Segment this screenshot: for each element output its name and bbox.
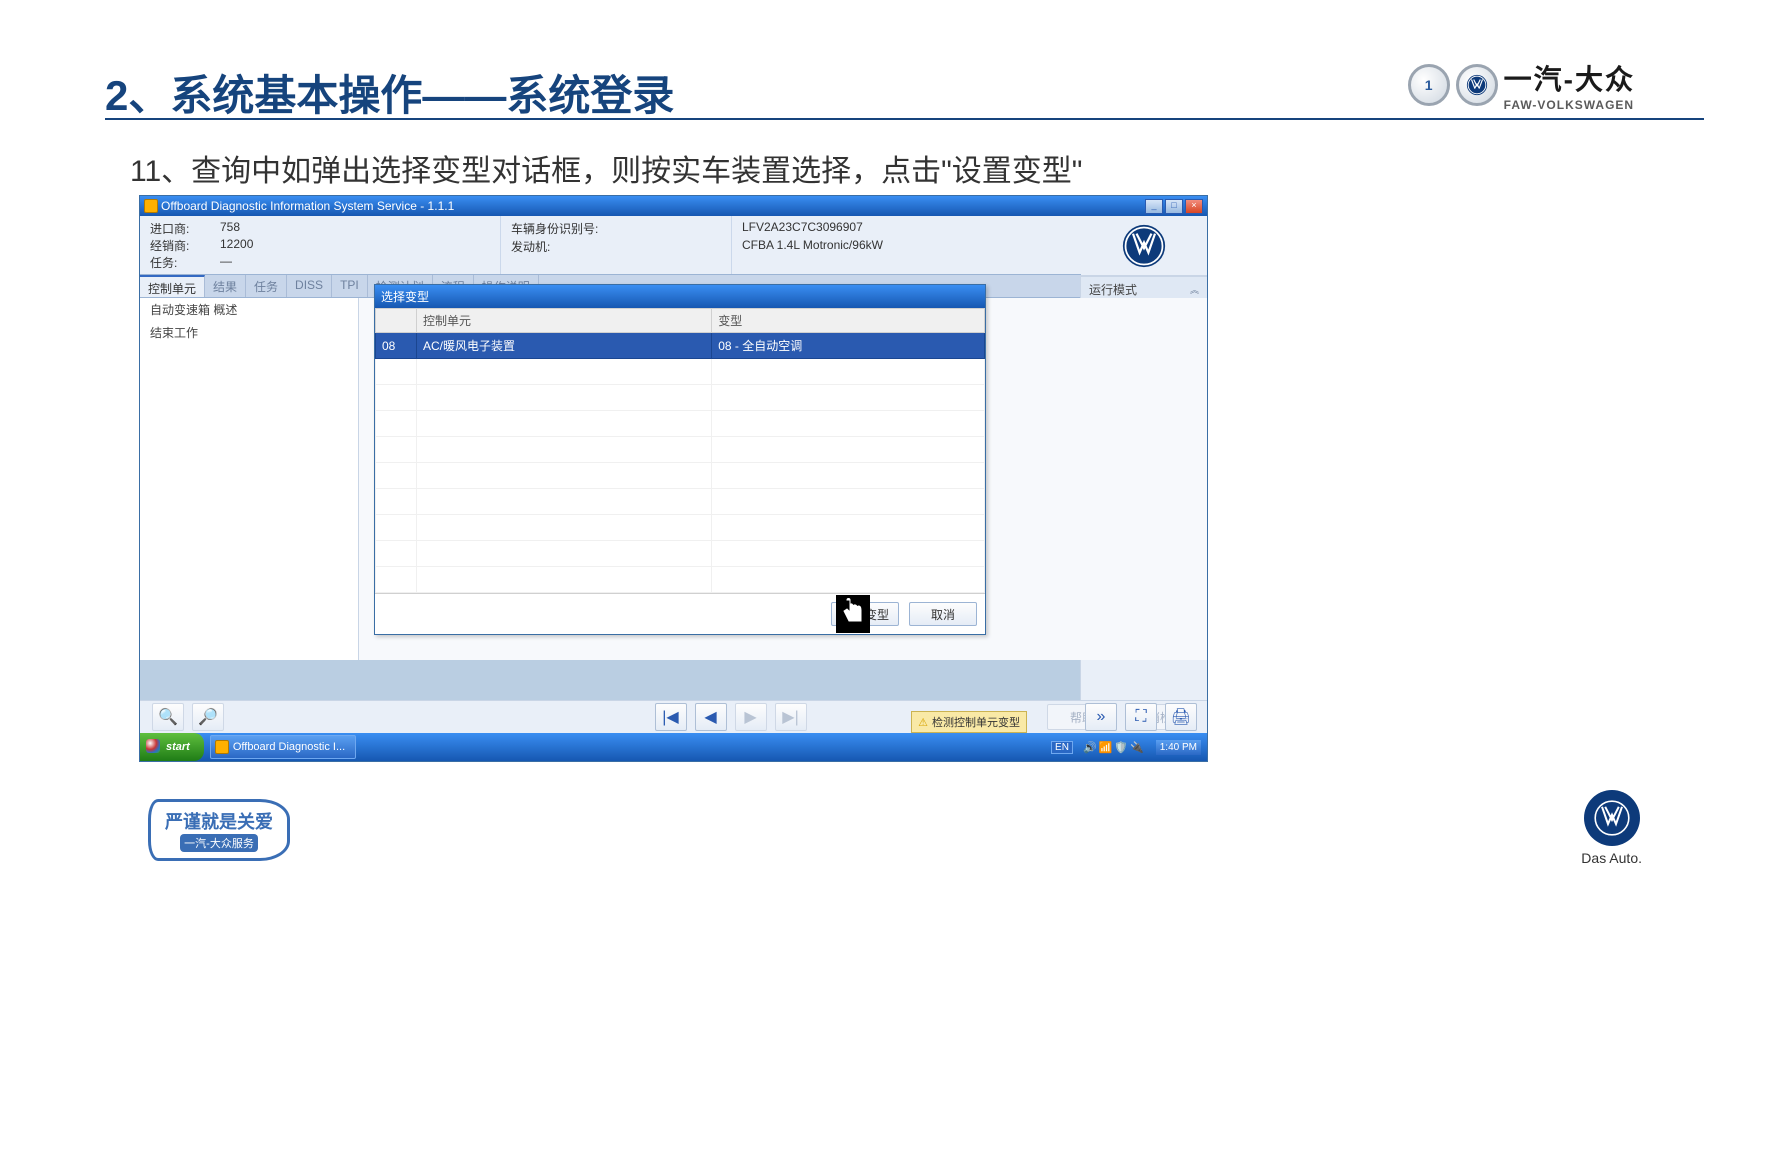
col-control-unit[interactable]: 控制单元: [417, 309, 712, 333]
cancel-button[interactable]: 取消: [909, 602, 977, 626]
vin-value: LFV2A23C7C3096907: [742, 220, 962, 234]
left-item-finish[interactable]: 结束工作: [140, 321, 358, 344]
minimize-button[interactable]: _: [1145, 199, 1163, 214]
cell-unit: AC/暖风电子装置: [417, 333, 712, 359]
warning-notification[interactable]: 检测控制单元变型: [911, 711, 1027, 733]
importer-value: 758: [220, 220, 240, 237]
faw-logo-icon: 1: [1408, 64, 1450, 106]
engine-value: CFBA 1.4L Motronic/96kW: [742, 238, 962, 252]
nav-next-button[interactable]: ▶: [735, 703, 767, 731]
table-row: [376, 385, 985, 411]
nav-last-button[interactable]: ▶|: [775, 703, 807, 731]
tab-control-unit[interactable]: 控制单元: [140, 275, 205, 297]
left-panel: 自动变速箱 概述 结束工作: [140, 298, 359, 660]
table-row: [376, 437, 985, 463]
close-button[interactable]: ×: [1185, 199, 1203, 214]
col-variant[interactable]: 变型: [712, 309, 985, 333]
table-row: [376, 463, 985, 489]
tab-tpi[interactable]: TPI: [332, 275, 368, 297]
dealer-value: 12200: [220, 237, 253, 254]
cell-id: 08: [376, 333, 417, 359]
table-row: [376, 411, 985, 437]
footer-slogan: Das Auto.: [1581, 850, 1642, 866]
task-value: —: [220, 254, 232, 271]
vin-label: 车辆身份识别号:: [511, 220, 721, 237]
window-title: Offboard Diagnostic Information System S…: [161, 199, 454, 213]
windows-taskbar: start Offboard Diagnostic I... EN 🔊📶🛡️🔌 …: [140, 733, 1207, 761]
stamp-sub: 一汽-大众服务: [180, 834, 258, 852]
nav-prev-button[interactable]: ◀: [695, 703, 727, 731]
maximize-button[interactable]: □: [1165, 199, 1183, 214]
stamp-main: 严谨就是关爱: [165, 808, 273, 834]
importer-label: 进口商:: [150, 220, 220, 237]
tab-result[interactable]: 结果: [205, 275, 246, 297]
variant-table: 控制单元 变型 08 AC/暖风电子装置 08 - 全自动空调: [375, 308, 985, 593]
slide-title: 2、系统基本操作——系统登录: [105, 62, 674, 123]
brand-cn: 一汽-大众: [1504, 58, 1635, 98]
fullscreen-button[interactable]: ⛶: [1125, 703, 1157, 731]
tab-diss[interactable]: DISS: [287, 275, 332, 297]
table-row: [376, 515, 985, 541]
vw-logo-icon: [1456, 64, 1498, 106]
footer-vw-logo: Das Auto.: [1581, 790, 1642, 866]
cell-variant: 08 - 全自动空调: [712, 333, 985, 359]
table-row: [376, 541, 985, 567]
print-button[interactable]: 🖨: [1165, 703, 1197, 731]
side-vw-logo: [1081, 217, 1207, 276]
app-icon: [144, 199, 158, 213]
brand-en: FAW-VOLKSWAGEN: [1504, 98, 1635, 112]
vw-logo-icon: [1584, 790, 1640, 846]
header-brand: 1 一汽-大众 FAW-VOLKSWAGEN: [1408, 58, 1635, 112]
app-window: Offboard Diagnostic Information System S…: [139, 195, 1208, 762]
header-info: 进口商:758 经销商:12200 任务:— 车辆身份识别号: 发动机: LFV…: [140, 216, 1207, 275]
footer-stamp: 严谨就是关爱 一汽-大众服务: [148, 799, 290, 861]
left-item-overview[interactable]: 自动变速箱 概述: [140, 298, 358, 321]
select-variant-dialog: 选择变型 控制单元 变型 08 AC/暖风电子装置 08 - 全自动空调: [374, 284, 986, 635]
lang-indicator[interactable]: EN: [1051, 741, 1073, 754]
clock[interactable]: 1:40 PM: [1156, 740, 1201, 755]
cursor-hand-icon: [836, 595, 870, 633]
step-text: 11、查询中如弹出选择变型对话框，则按实车装置选择，点击"设置变型": [130, 146, 1082, 190]
task-label: 任务:: [150, 254, 220, 271]
zoom-in-button[interactable]: 🔎: [192, 703, 224, 731]
table-row-selected[interactable]: 08 AC/暖风电子装置 08 - 全自动空调: [376, 333, 985, 359]
bottom-bar: 🔍 🔎 |◀ ◀ ▶ ▶| 帮助 取消检测 » ⛶ 🖨: [140, 700, 1207, 733]
tray-icons[interactable]: 🔊📶🛡️🔌: [1083, 741, 1146, 754]
dealer-label: 经销商:: [150, 237, 220, 254]
nav-first-button[interactable]: |◀: [655, 703, 687, 731]
table-row: [376, 359, 985, 385]
chevron-up-icon: ︽: [1190, 283, 1199, 296]
start-button[interactable]: start: [140, 733, 204, 761]
taskbar-item[interactable]: Offboard Diagnostic I...: [210, 735, 356, 759]
zoom-out-button[interactable]: 🔍: [152, 703, 184, 731]
window-titlebar[interactable]: Offboard Diagnostic Information System S…: [140, 196, 1207, 216]
table-row: [376, 489, 985, 515]
tab-task[interactable]: 任务: [246, 275, 287, 297]
engine-label: 发动机:: [511, 238, 721, 255]
table-row: [376, 567, 985, 593]
dialog-title[interactable]: 选择变型: [375, 285, 985, 308]
title-rule: [105, 118, 1704, 120]
col-idx[interactable]: [376, 309, 417, 333]
expand-button[interactable]: »: [1085, 703, 1117, 731]
